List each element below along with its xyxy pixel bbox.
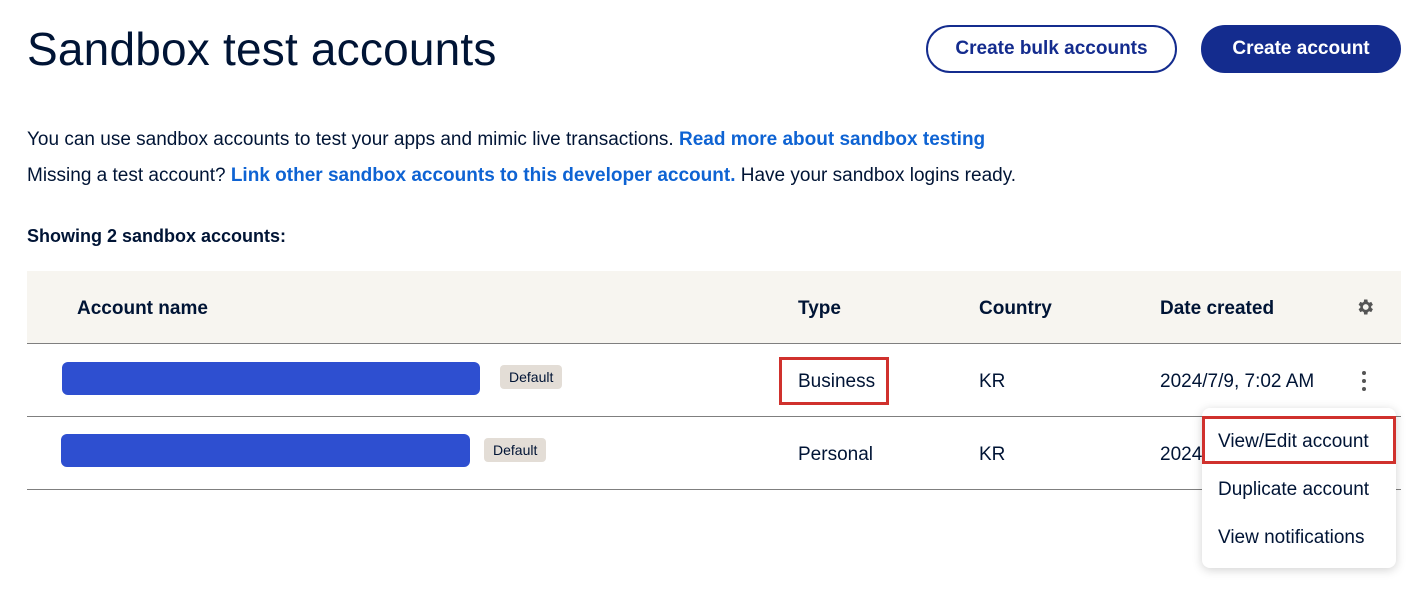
table-row: Default Business KR 2024/7/9, 7:02 AM: [27, 344, 1401, 417]
table-row: Default Personal KR 2024: [27, 417, 1401, 490]
row-actions-menu: View/Edit account Duplicate account View…: [1202, 408, 1396, 568]
intro-text-2-prefix: Missing a test account?: [27, 165, 226, 186]
intro-text-2-suffix: Have your sandbox logins ready.: [740, 165, 1017, 186]
create-account-button[interactable]: Create account: [1201, 25, 1401, 73]
intro-line-2: Missing a test account? Link other sandb…: [27, 165, 1016, 187]
column-country: Country: [979, 298, 1052, 319]
column-type: Type: [798, 298, 841, 319]
menu-item-view-notifications[interactable]: View notifications: [1218, 527, 1364, 549]
column-date-created: Date created: [1160, 298, 1275, 319]
create-bulk-accounts-button[interactable]: Create bulk accounts: [926, 25, 1177, 73]
account-name-redacted[interactable]: [61, 434, 470, 467]
cell-date-created: 2024: [1160, 444, 1203, 465]
cell-type: Personal: [798, 444, 873, 465]
read-more-link[interactable]: Read more about sandbox testing: [679, 129, 985, 150]
cell-date-created: 2024/7/9, 7:02 AM: [1160, 371, 1315, 392]
column-account-name: Account name: [77, 298, 208, 319]
showing-count: Showing 2 sandbox accounts:: [27, 226, 287, 246]
default-badge: Default: [484, 438, 547, 462]
cell-country: KR: [979, 371, 1006, 392]
cell-type: Business: [798, 371, 876, 392]
default-badge: Default: [500, 365, 563, 389]
page-title: Sandbox test accounts: [27, 23, 497, 75]
link-accounts-link[interactable]: Link other sandbox accounts to this deve…: [231, 165, 736, 186]
menu-item-view-edit-account[interactable]: View/Edit account: [1218, 431, 1369, 453]
page: Sandbox test accounts Create bulk accoun…: [0, 0, 1428, 590]
intro-line-1: You can use sandbox accounts to test you…: [27, 129, 985, 151]
table-header: Account name Type Country Date created: [27, 271, 1401, 344]
kebab-menu-icon[interactable]: [1354, 368, 1374, 394]
menu-item-duplicate-account[interactable]: Duplicate account: [1218, 479, 1369, 501]
gear-icon[interactable]: [1355, 297, 1375, 317]
cell-country: KR: [979, 444, 1006, 465]
account-name-redacted[interactable]: [62, 362, 480, 395]
intro-text-1: You can use sandbox accounts to test you…: [27, 129, 674, 150]
